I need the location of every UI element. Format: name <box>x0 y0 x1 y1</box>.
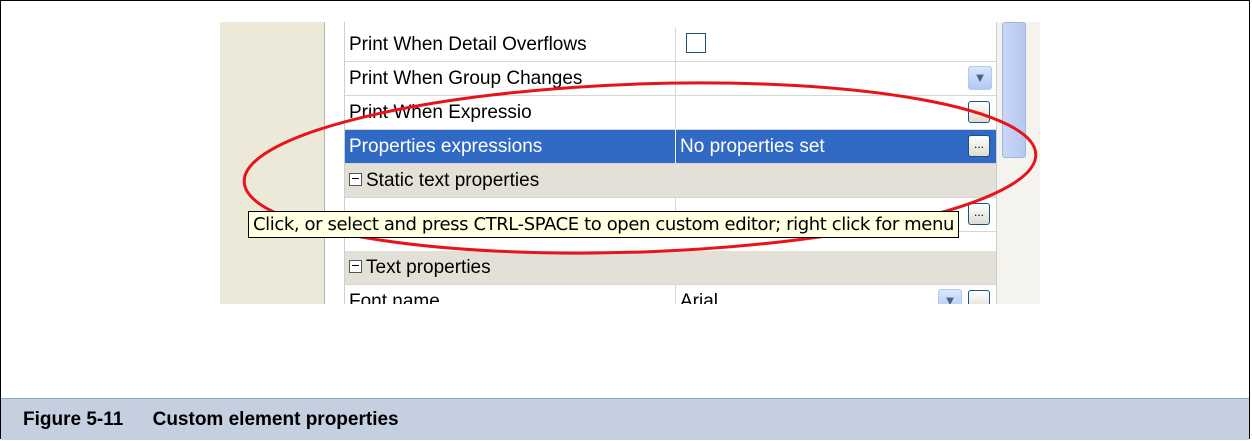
row-font-name[interactable]: Font name Arial ▼ <box>345 285 996 304</box>
property-value[interactable] <box>675 28 996 61</box>
collapse-icon[interactable] <box>349 260 362 274</box>
property-name: Print When Detail Overflows <box>349 34 587 55</box>
row-print-when-detail-overflows[interactable]: Print When Detail Overflows <box>345 28 996 62</box>
checkbox[interactable] <box>686 33 706 53</box>
property-name: Font name <box>349 291 440 304</box>
property-value-text: Arial <box>680 291 719 304</box>
property-value[interactable]: Arial ▼ <box>675 285 996 304</box>
tooltip: Click, or select and press CTRL-SPACE to… <box>248 211 959 238</box>
figure-caption: Figure 5-11 Custom element properties <box>23 409 399 431</box>
figure-title: Custom element properties <box>152 409 399 430</box>
section-label: Text properties <box>366 257 491 278</box>
figure-number: Figure 5-11 <box>23 409 124 430</box>
figure-caption-bar: Figure 5-11 Custom element properties <box>1 398 1249 440</box>
ellipsis-button[interactable] <box>968 290 990 304</box>
chevron-down-icon[interactable]: ▼ <box>938 289 962 304</box>
section-header: Text properties <box>349 257 491 279</box>
